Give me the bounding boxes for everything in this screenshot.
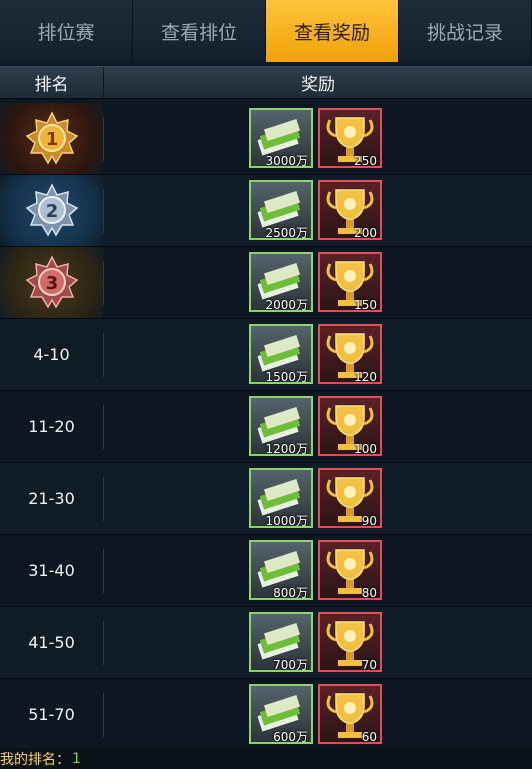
trophy-amount: 60 <box>361 730 377 744</box>
reward-table: 1 3000万 250 2 2500万 200 3 2000万 150 4-10… <box>0 103 532 751</box>
divider <box>103 549 104 593</box>
divider <box>103 621 104 665</box>
trophy-amount: 120 <box>354 370 377 384</box>
reward-column-header: 奖励 <box>301 75 335 95</box>
rank-cell: 2 <box>0 175 103 246</box>
cash-amount: 3000万 <box>265 154 308 168</box>
divider <box>103 261 104 305</box>
cash-reward-item[interactable]: 800万 <box>249 540 313 600</box>
rank-cell: 3 <box>0 247 103 318</box>
svg-text:1: 1 <box>45 129 58 150</box>
cash-amount: 1000万 <box>265 514 308 528</box>
table-row: 51-70 600万 60 <box>0 679 532 751</box>
cash-amount: 600万 <box>273 730 308 744</box>
cash-amount: 1200万 <box>265 442 308 456</box>
svg-text:2: 2 <box>45 201 58 222</box>
divider <box>103 333 104 377</box>
tab-view-ranking[interactable]: 查看排位 <box>133 0 266 62</box>
cash-reward-item[interactable]: 700万 <box>249 612 313 672</box>
trophy-amount: 250 <box>354 154 377 168</box>
trophy-amount: 150 <box>354 298 377 312</box>
divider <box>103 693 104 737</box>
rank-column-header: 排名 <box>0 67 104 98</box>
trophy-amount: 70 <box>361 658 377 672</box>
my-rank-bar: 我的排名： 1 <box>0 748 532 769</box>
trophy-reward-item[interactable]: 120 <box>318 324 382 384</box>
divider <box>103 477 104 521</box>
silver-medal-icon: 2 <box>25 182 78 236</box>
cash-amount: 2000万 <box>265 298 308 312</box>
trophy-reward-item[interactable]: 70 <box>318 612 382 672</box>
cash-reward-item[interactable]: 1200万 <box>249 396 313 456</box>
gold-medal-icon: 1 <box>25 110 78 164</box>
table-row: 1 3000万 250 <box>0 103 532 175</box>
divider <box>103 405 104 449</box>
cash-reward-item[interactable]: 2500万 <box>249 180 313 240</box>
cash-reward-item[interactable]: 1500万 <box>249 324 313 384</box>
cash-reward-item[interactable]: 600万 <box>249 684 313 744</box>
table-row: 11-20 1200万 100 <box>0 391 532 463</box>
trophy-reward-item[interactable]: 200 <box>318 180 382 240</box>
cash-amount: 2500万 <box>265 226 308 240</box>
cash-reward-item[interactable]: 2000万 <box>249 252 313 312</box>
table-row: 41-50 700万 70 <box>0 607 532 679</box>
svg-text:3: 3 <box>45 273 58 294</box>
rank-cell: 11-20 <box>28 417 75 436</box>
table-row: 21-30 1000万 90 <box>0 463 532 535</box>
trophy-amount: 90 <box>361 514 377 528</box>
trophy-reward-item[interactable]: 80 <box>318 540 382 600</box>
rank-cell: 51-70 <box>28 705 75 724</box>
tab-view-rewards[interactable]: 查看奖励 <box>266 0 399 62</box>
bronze-medal-icon: 3 <box>25 254 78 308</box>
my-rank-label: 我的排名： <box>0 751 70 768</box>
rank-cell: 41-50 <box>28 633 75 652</box>
cash-reward-item[interactable]: 1000万 <box>249 468 313 528</box>
trophy-amount: 80 <box>361 586 377 600</box>
trophy-reward-item[interactable]: 100 <box>318 396 382 456</box>
table-row: 3 2000万 150 <box>0 247 532 319</box>
rank-cell: 1 <box>0 103 103 174</box>
trophy-amount: 200 <box>354 226 377 240</box>
table-row: 4-10 1500万 120 <box>0 319 532 391</box>
cash-amount: 800万 <box>273 586 308 600</box>
divider <box>103 189 104 233</box>
cash-amount: 700万 <box>273 658 308 672</box>
table-header: 排名 奖励 <box>0 66 532 99</box>
rank-cell: 4-10 <box>33 345 70 364</box>
tab-challenge-log[interactable]: 挑战记录 <box>399 0 532 62</box>
tab-bar: 排位赛 查看排位 查看奖励 挑战记录 <box>0 0 532 62</box>
my-rank-value: 1 <box>72 750 81 767</box>
trophy-reward-item[interactable]: 150 <box>318 252 382 312</box>
cash-amount: 1500万 <box>265 370 308 384</box>
trophy-reward-item[interactable]: 60 <box>318 684 382 744</box>
divider <box>103 117 104 161</box>
trophy-reward-item[interactable]: 250 <box>318 108 382 168</box>
trophy-reward-item[interactable]: 90 <box>318 468 382 528</box>
tab-ranking-match[interactable]: 排位赛 <box>0 0 133 62</box>
table-row: 2 2500万 200 <box>0 175 532 247</box>
trophy-amount: 100 <box>354 442 377 456</box>
cash-reward-item[interactable]: 3000万 <box>249 108 313 168</box>
rank-cell: 21-30 <box>28 489 75 508</box>
rank-cell: 31-40 <box>28 561 75 580</box>
table-row: 31-40 800万 80 <box>0 535 532 607</box>
